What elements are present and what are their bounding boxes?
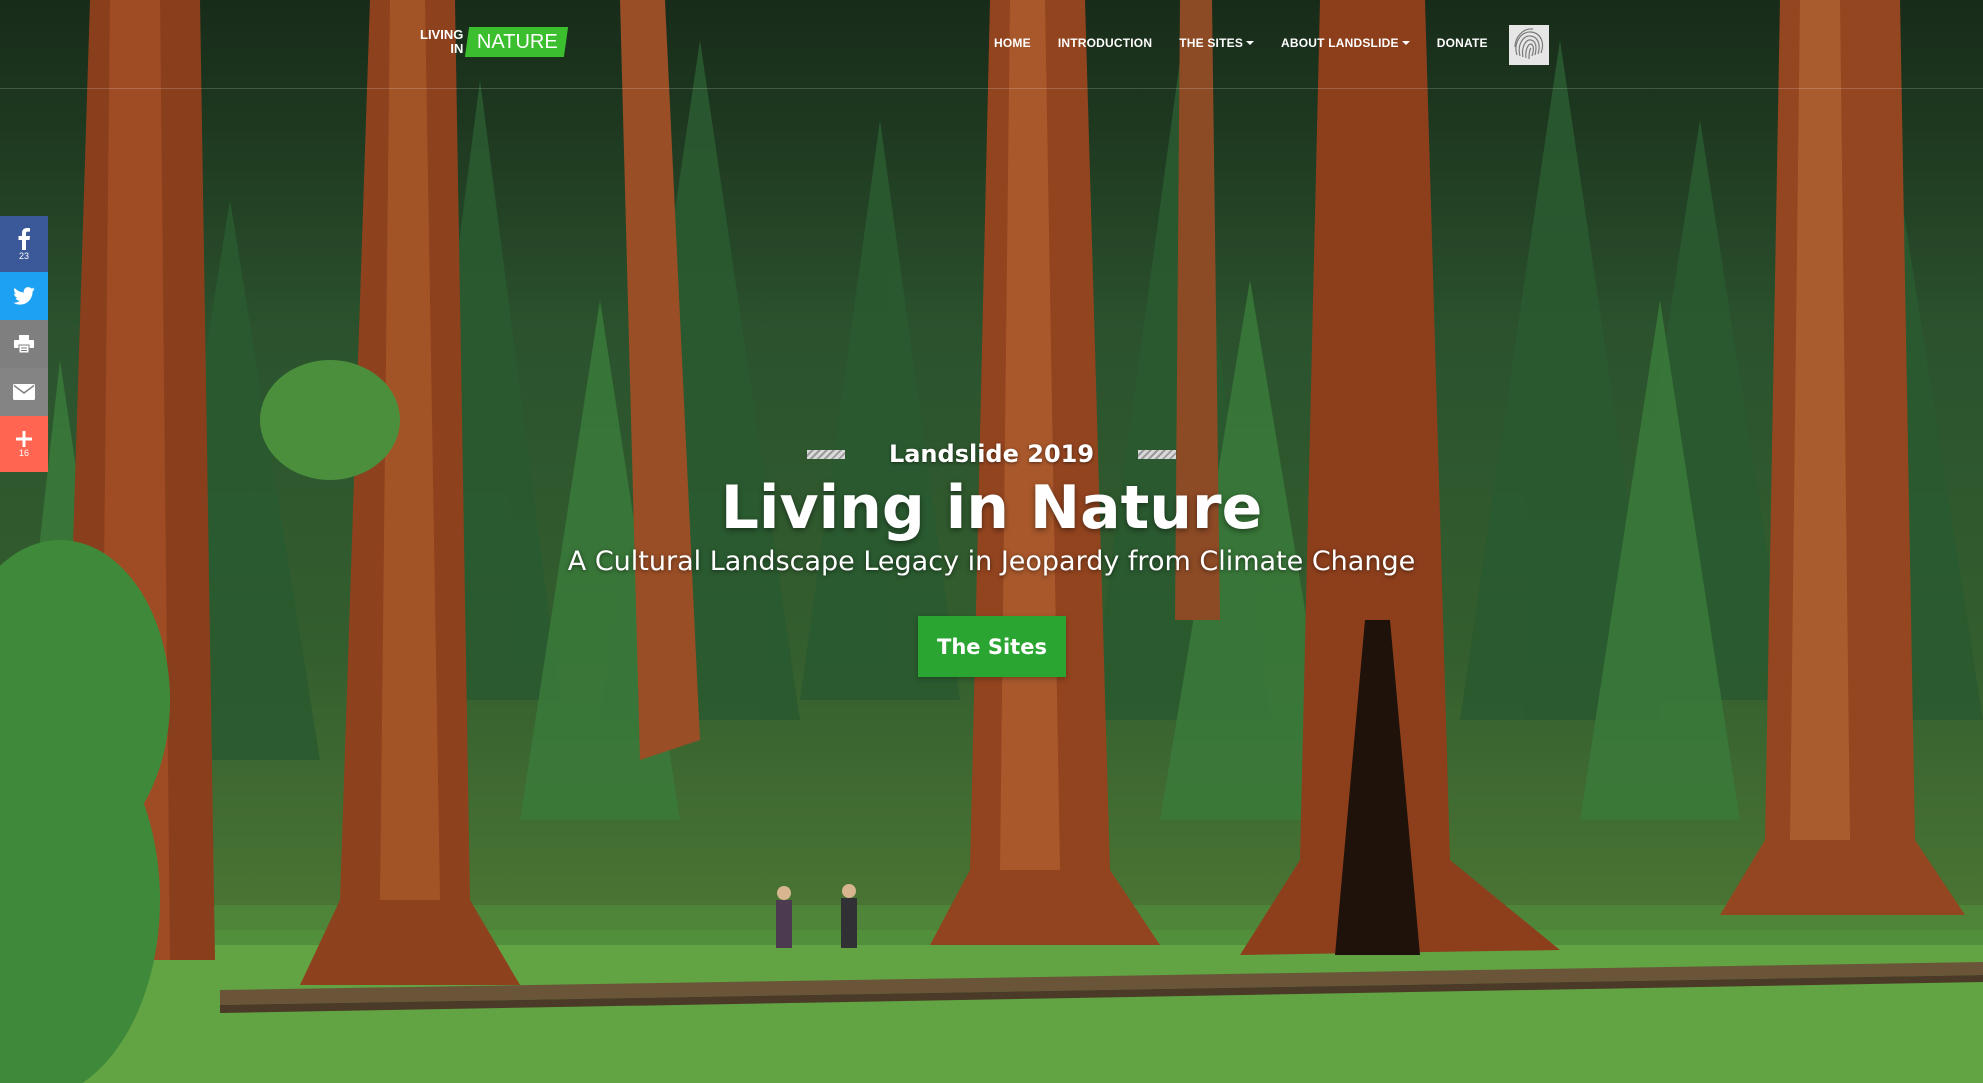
- logo-line-2: IN: [450, 41, 464, 56]
- email-icon: [13, 384, 35, 400]
- facebook-icon: [18, 227, 30, 250]
- facebook-share-button[interactable]: 23: [0, 216, 48, 272]
- nav-item-label: THE SITES: [1179, 36, 1244, 50]
- logo-text: LIVING IN: [420, 28, 463, 56]
- site-logo[interactable]: LIVING IN NATURE: [420, 27, 569, 57]
- top-navbar: LIVING IN NATURE HOME INTRODUCTION THE S…: [0, 0, 1983, 89]
- nav-item-about-landslide-dropdown[interactable]: ABOUT LANDSLIDE: [1281, 36, 1410, 50]
- facebook-share-count: 23: [18, 250, 29, 261]
- nav-item-label: HOME: [994, 36, 1031, 50]
- hero-eyebrow-text: Landslide 2019: [888, 440, 1095, 468]
- logo-box-text: NATURE: [477, 31, 559, 53]
- hero-title: Living in Nature: [720, 473, 1263, 543]
- stripe-decoration-left: [806, 449, 845, 459]
- page: LIVING IN NATURE HOME INTRODUCTION THE S…: [0, 0, 1983, 1083]
- print-button[interactable]: [0, 320, 48, 368]
- caret-down-icon: [1246, 41, 1255, 45]
- email-share-button[interactable]: [0, 368, 48, 416]
- nav-item-home[interactable]: HOME: [994, 36, 1031, 50]
- fingerprint-logo-icon[interactable]: [1509, 25, 1549, 65]
- nav-item-the-sites-dropdown[interactable]: THE SITES: [1179, 36, 1255, 50]
- main-nav-menu: HOME INTRODUCTION THE SITES ABOUT LANDSL…: [994, 36, 1515, 50]
- nav-item-label: INTRODUCTION: [1057, 36, 1153, 50]
- stripe-decoration-right: [1138, 449, 1177, 459]
- nav-item-label: DONATE: [1436, 36, 1488, 50]
- hero-eyebrow: Landslide 2019: [0, 440, 1983, 468]
- nav-item-introduction[interactable]: INTRODUCTION: [1058, 36, 1152, 50]
- twitter-share-button[interactable]: [0, 272, 48, 320]
- caret-down-icon: [1401, 41, 1410, 45]
- social-share-bar: 23 16: [0, 216, 48, 472]
- nav-item-donate[interactable]: DONATE: [1437, 36, 1488, 50]
- twitter-icon: [13, 287, 35, 305]
- hero-subtitle: A Cultural Landscape Legacy in Jeopardy …: [567, 546, 1416, 577]
- the-sites-button[interactable]: The Sites: [918, 616, 1066, 677]
- print-icon: [14, 335, 34, 353]
- logo-line-1: LIVING: [420, 27, 464, 42]
- fingerprint-icon: [1514, 28, 1544, 60]
- logo-green-box: NATURE: [465, 27, 569, 57]
- nav-item-label: ABOUT LANDSLIDE: [1281, 36, 1399, 50]
